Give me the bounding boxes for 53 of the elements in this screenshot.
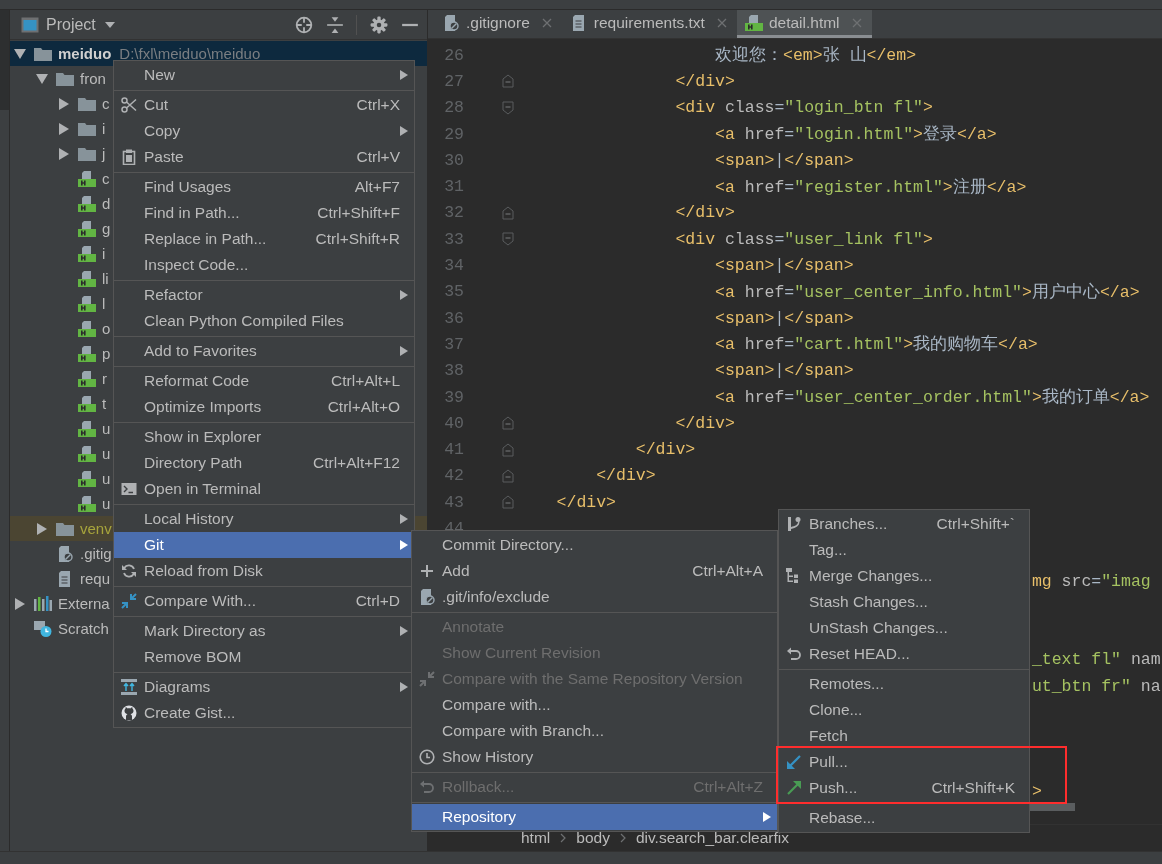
line-number: 40 xyxy=(444,413,464,433)
line-number: 39 xyxy=(444,387,464,407)
shortcut-label: Ctrl+Shift+F xyxy=(316,204,400,222)
code-line: <span>|</span> xyxy=(715,150,854,170)
line-number: 37 xyxy=(444,334,464,354)
shortcut-label: Ctrl+Alt+F12 xyxy=(312,454,400,472)
code-line: ut_btn fr" na xyxy=(1031,676,1161,696)
shortcut-label: Ctrl+Shift+R xyxy=(314,230,400,248)
line-number: 29 xyxy=(444,124,464,144)
code-line: <div class="login_btn fl"> xyxy=(675,98,933,118)
line-number: 43 xyxy=(444,492,464,512)
shortcut-label: Ctrl+D xyxy=(354,592,400,610)
line-number: 26 xyxy=(444,45,464,65)
line-number: 41 xyxy=(444,440,464,460)
shortcut-label: Ctrl+X xyxy=(355,96,400,114)
code-line: mg src="imag xyxy=(1031,571,1151,591)
shortcut-label: Ctrl+Shift+K xyxy=(930,779,1015,797)
code-line: <a href="user_center_order.html">我的订单</a> xyxy=(715,387,1150,408)
line-number: 27 xyxy=(444,71,464,91)
code-line: <a href="login.html">登录</a> xyxy=(715,124,997,146)
code-line: _text fl" nam xyxy=(1031,650,1161,670)
line-number: 32 xyxy=(444,203,464,223)
line-number: 28 xyxy=(444,98,464,118)
code-line: </div> xyxy=(635,440,696,460)
code-line: <span>|</span> xyxy=(715,308,854,328)
line-number: 33 xyxy=(444,229,464,249)
code-line: <span>|</span> xyxy=(715,256,854,275)
code-line: </div> xyxy=(596,466,656,486)
line-number: 38 xyxy=(444,361,464,381)
shortcut-label: Ctrl+Alt+L xyxy=(330,372,400,390)
path-label: D:\fxl\meiduo\meiduo xyxy=(119,45,261,62)
shortcut-label: Alt+F7 xyxy=(353,178,400,196)
line-number: 31 xyxy=(444,177,464,197)
code-line: <a href="cart.html">我的购物车</a> xyxy=(715,334,1038,356)
code-line: <a href="register.html">注册</a> xyxy=(715,176,1027,198)
line-number: 42 xyxy=(444,466,464,486)
code-line: </div> xyxy=(556,492,616,512)
code-line: </div> xyxy=(675,71,735,91)
code-line: </div> xyxy=(675,413,735,433)
line-number: 36 xyxy=(444,308,464,328)
shortcut-label: Ctrl+Alt+A xyxy=(691,562,763,580)
shortcut-label: Ctrl+V xyxy=(355,148,400,166)
code-line: <a href="user_center_info.html">用户中心</a> xyxy=(715,281,1140,303)
line-number: 30 xyxy=(444,150,464,170)
code-line: </div> xyxy=(675,203,735,223)
code-line: 欢迎您：<em>张 山</em> xyxy=(715,44,917,67)
code-line: <span>|</span> xyxy=(715,361,854,381)
shortcut-label: Ctrl+Alt+O xyxy=(326,398,400,416)
line-number: 35 xyxy=(444,282,464,302)
shortcut-label: Ctrl+Shift+` xyxy=(935,515,1015,533)
line-number: 34 xyxy=(444,256,464,275)
code-line: > xyxy=(1031,781,1042,801)
code-line: <div class="user_link fl"> xyxy=(675,229,933,249)
